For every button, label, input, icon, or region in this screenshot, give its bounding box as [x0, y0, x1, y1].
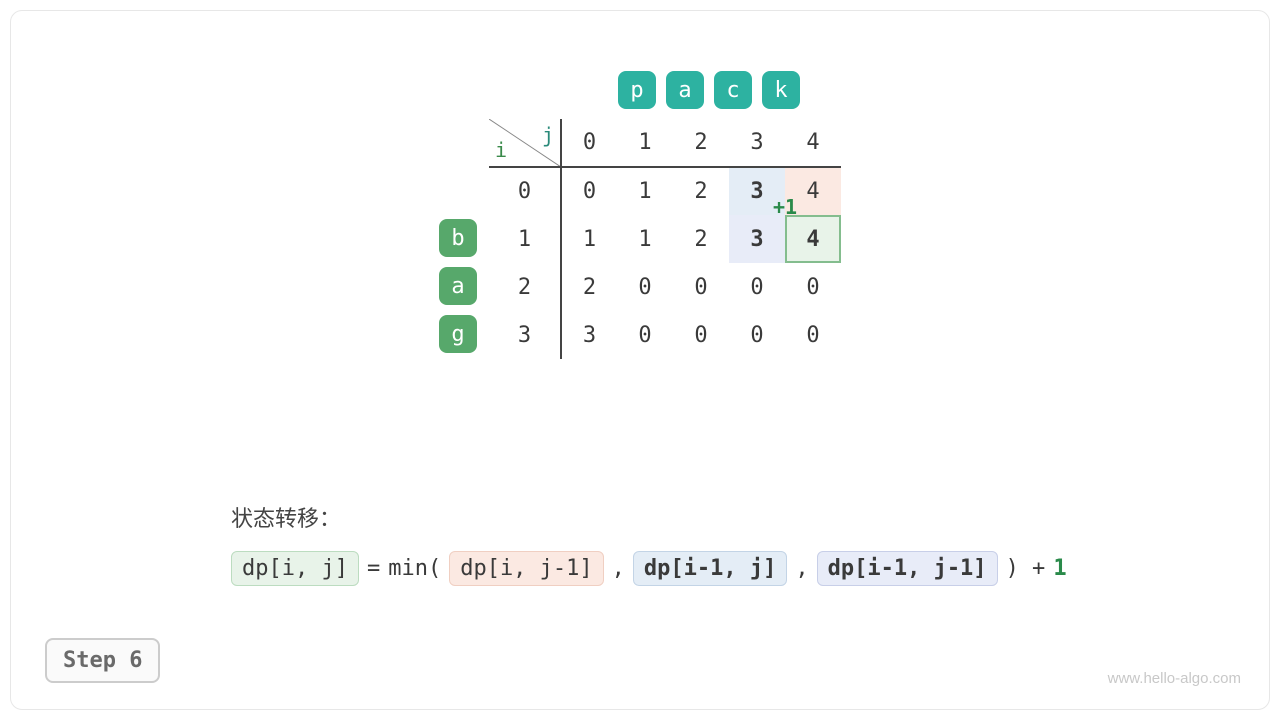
formula-term-up: dp[i-1, j] — [633, 551, 787, 586]
formula-plus-one: 1 — [1053, 556, 1066, 581]
dp-cell: 4+1 — [785, 215, 841, 263]
dp-cell: 3 — [561, 311, 617, 359]
plus-one-annotation: +1 — [773, 195, 797, 219]
source-char: b — [439, 219, 477, 257]
col-header: 3 — [729, 119, 785, 167]
target-char: c — [714, 71, 752, 109]
target-char: a — [666, 71, 704, 109]
watermark: www.hello-algo.com — [1108, 670, 1241, 687]
step-badge: Step 6 — [45, 638, 160, 683]
target-string-chips: p a c k — [618, 71, 800, 109]
formula-comma: , — [795, 556, 808, 581]
formula-eq: = — [367, 556, 380, 581]
dp-table: j i 0 1 2 3 4 0 0 1 2 3 4 — [489, 119, 841, 359]
row-header: 0 — [489, 167, 561, 215]
dp-cell: 0 — [561, 167, 617, 215]
dp-cell: 2 — [561, 263, 617, 311]
table-wrap: b a g j i 0 1 2 3 4 0 — [439, 119, 841, 359]
dp-cell: 1 — [617, 215, 673, 263]
dp-table-area: p a c k b a g j i 0 1 2 — [51, 71, 1229, 359]
dp-cell: 0 — [785, 311, 841, 359]
source-string-chips: b a g — [439, 219, 477, 353]
formula-lhs: dp[i, j] — [231, 551, 359, 586]
source-char: a — [439, 267, 477, 305]
diagram-card: p a c k b a g j i 0 1 2 — [10, 10, 1270, 710]
dp-cell: 1 — [617, 167, 673, 215]
dp-cell: 0 — [673, 263, 729, 311]
col-header: 4 — [785, 119, 841, 167]
formula-title: 状态转移： — [231, 501, 1067, 533]
row-header: 3 — [489, 311, 561, 359]
col-header: 1 — [617, 119, 673, 167]
col-header: 2 — [673, 119, 729, 167]
formula-close: ) + — [1006, 556, 1046, 581]
dp-cell: 2 — [673, 167, 729, 215]
dp-cell: 0 — [617, 263, 673, 311]
dp-cell: 2 — [673, 215, 729, 263]
dp-cell: 0 — [785, 263, 841, 311]
formula-min: min( — [388, 556, 441, 581]
i-axis-label: i — [495, 138, 507, 162]
source-char: g — [439, 315, 477, 353]
row-header: 1 — [489, 215, 561, 263]
target-char: k — [762, 71, 800, 109]
formula-term-left: dp[i, j-1] — [449, 551, 603, 586]
dp-cell: 0 — [729, 311, 785, 359]
formula-term-diag: dp[i-1, j-1] — [817, 551, 998, 586]
formula-area: 状态转移： dp[i, j] = min( dp[i, j-1] , dp[i-… — [231, 501, 1067, 586]
dp-cell: 0 — [673, 311, 729, 359]
dp-cell: 1 — [561, 215, 617, 263]
col-header: 0 — [561, 119, 617, 167]
j-axis-label: j — [542, 123, 554, 147]
dp-cell: 0 — [729, 263, 785, 311]
dp-cell: 3 — [729, 215, 785, 263]
dp-cell: 0 — [617, 311, 673, 359]
target-char: p — [618, 71, 656, 109]
axis-corner: j i — [489, 119, 561, 167]
formula-comma: , — [612, 556, 625, 581]
row-header: 2 — [489, 263, 561, 311]
transition-formula: dp[i, j] = min( dp[i, j-1] , dp[i-1, j] … — [231, 551, 1067, 586]
